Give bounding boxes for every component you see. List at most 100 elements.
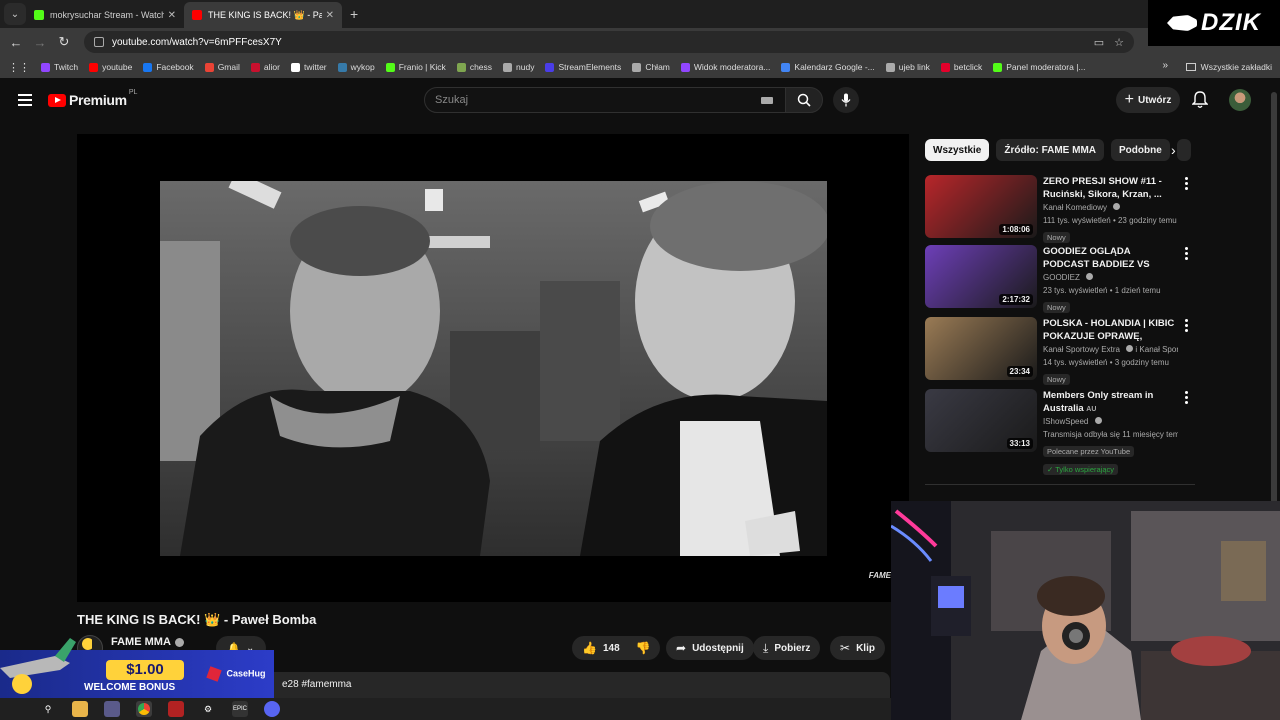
app-taskbar-icon[interactable] (104, 701, 120, 717)
shield-app-icon[interactable] (168, 701, 184, 717)
bookmark-star-icon[interactable]: ☆ (1114, 36, 1124, 49)
keyboard-icon[interactable] (761, 97, 773, 104)
recommendation-meta: 14 tys. wyświetleń • 3 godziny temu (1043, 358, 1169, 367)
share-button[interactable]: ➦ Udostępnij (666, 636, 754, 660)
bookmark-item[interactable]: Kalendarz Google -... (781, 62, 875, 72)
bookmark-item[interactable]: twitter (290, 62, 327, 72)
bookmark-favicon-icon (503, 62, 513, 72)
like-count[interactable]: 148 (603, 643, 620, 654)
bookmark-label: youtube (102, 62, 133, 72)
search-input[interactable]: Szukaj (424, 87, 786, 113)
bookmark-favicon-icon (632, 62, 642, 72)
video-thumbnail[interactable]: 23:34 (925, 317, 1037, 380)
bookmark-item[interactable]: Widok moderatora... (680, 62, 770, 72)
recommendation-item[interactable]: 33:13 Members Only stream in Australia AU… (925, 389, 1195, 475)
new-tab-button[interactable]: + (350, 6, 358, 22)
epic-games-icon[interactable]: EPIC (232, 701, 248, 717)
more-options-icon[interactable] (1185, 391, 1188, 406)
chip-related[interactable]: Podobne (1111, 139, 1170, 161)
bookmark-item[interactable]: nudy (503, 62, 534, 72)
bookmark-item[interactable]: wykop (337, 62, 375, 72)
all-bookmarks-folder[interactable]: Wszystkie zakładki (1185, 56, 1272, 78)
recommendation-item[interactable]: 2:17:32 GOODIEZ OGLĄDA PODCAST BADDIEZ VS… (925, 245, 1195, 313)
settings-gear-icon[interactable]: ⚙ (200, 701, 216, 717)
recommendation-item[interactable]: 23:34 POLSKA - HOLANDIA | KIBIC POKAZUJE … (925, 317, 1195, 385)
notifications-bell-icon[interactable] (1192, 91, 1208, 109)
dislike-thumb-down-icon[interactable]: 👎 (636, 641, 651, 655)
chip-source[interactable]: Źródło: FAME MMA (996, 139, 1105, 161)
search-taskbar-icon[interactable]: ⚲ (40, 701, 56, 717)
scissors-icon: ✂ (840, 641, 851, 655)
close-tab-icon[interactable]: ✕ (168, 10, 176, 21)
apps-grid-icon[interactable]: ⋮⋮ (8, 61, 30, 74)
bookmark-item[interactable]: chess (456, 62, 492, 72)
recommendation-info: GOODIEZ OGLĄDA PODCAST BADDIEZ VS SZYMOO… (1043, 245, 1178, 315)
video-thumbnail[interactable]: 2:17:32 (925, 245, 1037, 308)
address-bar[interactable]: youtube.com/watch?v=6mPFFcesX7Y ▭ ☆ (84, 31, 1134, 53)
video-player[interactable]: FAME (77, 134, 909, 602)
install-app-icon[interactable]: ▭ (1094, 36, 1104, 49)
page-scrollbar[interactable] (1271, 92, 1277, 522)
bookmark-item[interactable]: StreamElements (545, 62, 621, 72)
back-arrow-icon[interactable]: ← (4, 35, 28, 50)
close-tab-icon[interactable]: ✕ (326, 10, 334, 21)
more-options-icon[interactable] (1185, 319, 1188, 334)
channel-text: GOODIEZ (1043, 273, 1080, 282)
forward-arrow-icon[interactable]: → (28, 35, 52, 50)
site-info-icon[interactable] (94, 37, 104, 47)
bookmark-item[interactable]: betclick (940, 62, 982, 72)
recommendation-channel[interactable]: IShowSpeed (1043, 415, 1178, 428)
menu-hamburger-icon[interactable] (18, 91, 32, 109)
search-button[interactable] (785, 87, 823, 113)
bookmark-item[interactable]: Franio | Kick (385, 62, 446, 72)
recommendation-meta: 111 tys. wyświetleń • 23 godziny temu (1043, 216, 1177, 225)
bookmark-item[interactable]: Facebook (143, 62, 194, 72)
bookmark-item[interactable]: alior (250, 62, 280, 72)
discord-icon[interactable] (264, 701, 280, 717)
recommendation-title[interactable]: POLSKA - HOLANDIA | KIBIC POKAZUJE OPRAW… (1043, 317, 1178, 343)
video-thumbnail[interactable]: 33:13 (925, 389, 1037, 452)
video-frame[interactable] (160, 181, 827, 556)
casino-ad-banner[interactable]: $1.00 WELCOME BONUS CaseHug (0, 638, 274, 698)
recommendation-title[interactable]: ZERO PRESJI SHOW #11 - Ruciński, Sikora,… (1043, 175, 1178, 201)
account-avatar[interactable] (1229, 89, 1251, 111)
bookmark-item[interactable]: Twitch (41, 62, 78, 72)
bookmark-item[interactable]: youtube (89, 62, 132, 72)
country-code: PL (128, 88, 138, 96)
bookmark-favicon-icon (680, 62, 690, 72)
download-button[interactable]: ⤓ Pobierz (753, 636, 821, 660)
channel-name[interactable]: FAME MMA (111, 636, 184, 648)
more-options-icon[interactable] (1185, 247, 1188, 262)
recommendation-channel[interactable]: Kanał Komediowy (1043, 201, 1178, 214)
bookmark-item[interactable]: Chłam (632, 62, 670, 72)
tab-youtube-video[interactable]: THE KING IS BACK! 👑 - Paweł ✕ (184, 2, 342, 28)
reload-icon[interactable]: ↻ (52, 34, 76, 50)
chrome-taskbar-icon[interactable] (136, 701, 152, 717)
recommendation-item[interactable]: 1:08:06 ZERO PRESJI SHOW #11 - Ruciński, … (925, 175, 1195, 243)
bookmark-label: StreamElements (558, 62, 622, 72)
browser-tab-bar: ⌄ mokrysuchar Stream - Watch Li ✕ THE KI… (0, 0, 1280, 28)
recommendation-channel[interactable]: Kanał Sportowy Extra i Kanał Sporto... (1043, 343, 1178, 356)
voice-search-button[interactable] (833, 87, 859, 113)
bookmark-item[interactable]: ujeb link (885, 62, 930, 72)
chip-all[interactable]: Wszystkie (925, 139, 990, 161)
create-button[interactable]: + Utwórz (1116, 87, 1180, 113)
bookmarks-overflow-icon[interactable]: » (1162, 60, 1168, 71)
chips-next-chevron-icon[interactable]: › (1171, 142, 1176, 158)
bookmark-item[interactable]: Gmail (204, 62, 240, 72)
bookmarks-bar: ⋮⋮ Twitch youtube Facebook Gmail alior twitte… (0, 56, 1280, 78)
more-options-icon[interactable] (1185, 177, 1188, 192)
recommendation-channel[interactable]: GOODIEZ (1043, 271, 1178, 284)
tab-search-chevron-icon[interactable]: ⌄ (4, 3, 26, 25)
tab-kick-stream[interactable]: mokrysuchar Stream - Watch Li ✕ (26, 2, 184, 28)
clip-button[interactable]: ✂ Klip (830, 636, 885, 660)
verified-check-icon (1086, 273, 1094, 280)
bookmark-item[interactable]: Panel moderatora |... (993, 62, 1086, 72)
recommendation-title[interactable]: Members Only stream in Australia AU (1043, 389, 1178, 415)
chip-partial[interactable] (1176, 139, 1191, 161)
recommendation-title[interactable]: GOODIEZ OGLĄDA PODCAST BADDIEZ VS SZYMOO… (1043, 245, 1178, 271)
youtube-premium-logo[interactable]: Premium PL (48, 88, 138, 108)
video-thumbnail[interactable]: 1:08:06 (925, 175, 1037, 238)
file-explorer-icon[interactable] (72, 701, 88, 717)
like-thumb-up-icon[interactable]: 👍 (582, 641, 597, 655)
